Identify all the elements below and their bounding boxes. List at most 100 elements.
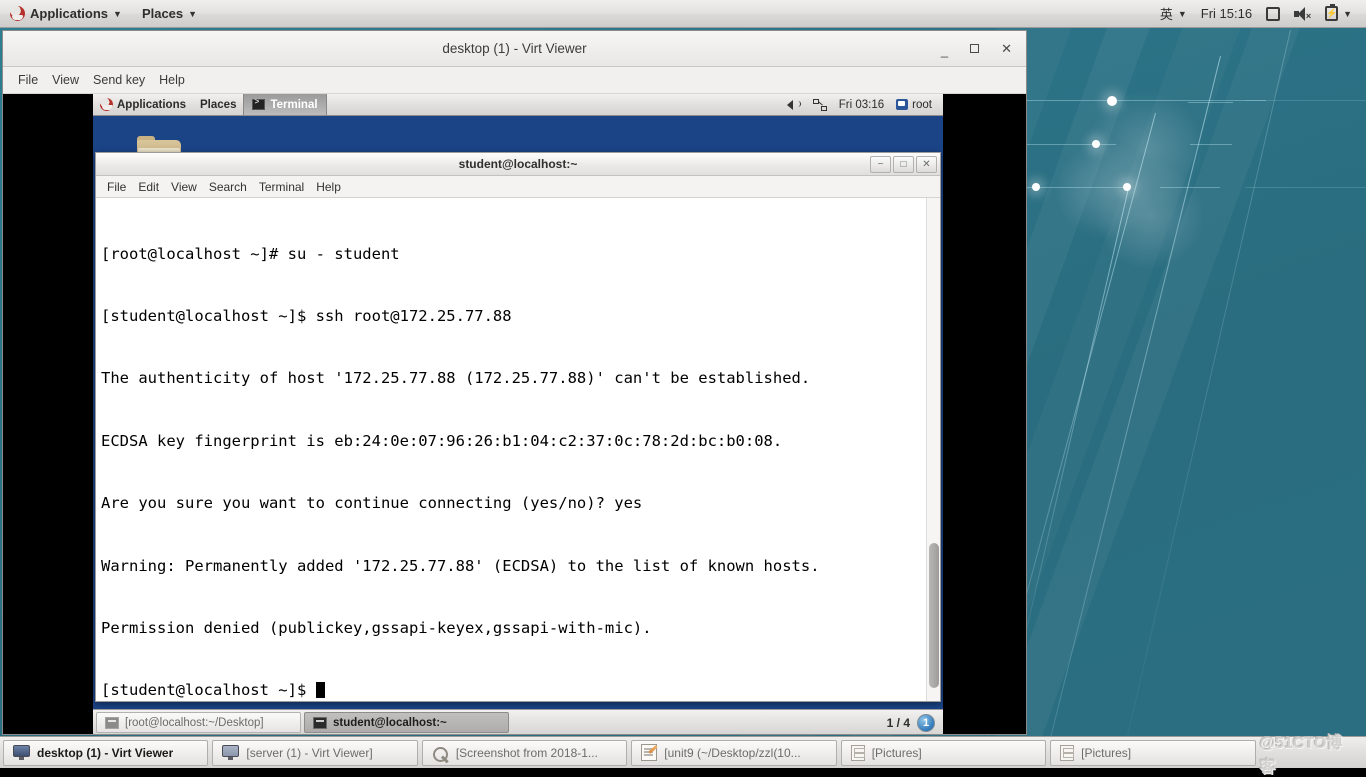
vm-top-panel: Applications Places Terminal xyxy=(93,94,943,116)
battery-icon: ⚡ xyxy=(1325,6,1338,21)
taskbar-item-label: [Pictures] xyxy=(1081,746,1131,760)
vm-panel-status-area: Fri 03:16 root xyxy=(782,99,943,111)
vm-panel-active-window-label: Terminal xyxy=(270,99,317,111)
terminal-menu-edit[interactable]: Edit xyxy=(132,178,165,196)
menu-send-key[interactable]: Send key xyxy=(86,70,152,90)
terminal-icon xyxy=(105,717,119,729)
taskbar-item-label: [Screenshot from 2018-1... xyxy=(456,746,598,760)
vm-places-label: Places xyxy=(200,99,236,111)
close-button[interactable]: ✕ xyxy=(1001,42,1012,55)
clock[interactable]: Fri 15:16 xyxy=(1195,6,1258,21)
chevron-down-icon: ▼ xyxy=(113,9,122,19)
terminal-cursor xyxy=(316,682,325,698)
battery-button[interactable]: ⚡ ▼ xyxy=(1319,6,1358,21)
terminal-prompt-line: [student@localhost ~]$ xyxy=(101,680,926,701)
taskbar-item-screenshot[interactable]: [Screenshot from 2018-1... xyxy=(422,740,627,766)
terminal-icon xyxy=(313,717,327,729)
applications-menu-label: Applications xyxy=(30,6,108,21)
terminal-line: The authenticity of host '172.25.77.88 (… xyxy=(101,368,926,389)
vm-taskbar-item-root-desktop[interactable]: [root@localhost:~/Desktop] xyxy=(96,712,301,733)
vm-clock[interactable]: Fri 03:16 xyxy=(834,99,889,111)
menu-view[interactable]: View xyxy=(45,70,86,90)
vm-applications-menu[interactable]: Applications xyxy=(93,94,193,115)
vm-taskbar: [root@localhost:~/Desktop] student@local… xyxy=(93,709,943,734)
terminal-close-button[interactable]: ✕ xyxy=(916,156,937,173)
taskbar-item-label: [unit9 (~/Desktop/zzl(10... xyxy=(664,746,800,760)
input-method-indicator[interactable]: 英 ▼ xyxy=(1154,4,1193,23)
display-icon xyxy=(1266,7,1280,21)
vm-taskbar-item-label: student@localhost:~ xyxy=(333,717,447,729)
vm-taskbar-item-student[interactable]: student@localhost:~ xyxy=(304,712,509,733)
taskbar-item-label: [Pictures] xyxy=(872,746,922,760)
taskbar-item-label: desktop (1) - Virt Viewer xyxy=(37,746,173,760)
host-taskbar: desktop (1) - Virt Viewer [server (1) - … xyxy=(0,736,1366,768)
vm-user-menu[interactable]: root xyxy=(891,99,937,111)
clock-label: Fri 15:16 xyxy=(1201,6,1252,21)
virt-viewer-title: desktop (1) - Virt Viewer xyxy=(442,41,586,56)
terminal-minimize-button[interactable]: − xyxy=(870,156,891,173)
vm-clock-label: Fri 03:16 xyxy=(839,99,884,111)
vm-taskbar-item-label: [root@localhost:~/Desktop] xyxy=(125,717,264,729)
workspace-switcher[interactable]: 1 / 4 1 xyxy=(887,714,940,732)
terminal-menu-view[interactable]: View xyxy=(165,178,203,196)
vm-user-label: root xyxy=(912,99,932,111)
input-method-label: 英 xyxy=(1160,4,1173,23)
notes-icon xyxy=(641,744,657,761)
terminal-window-controls: − □ ✕ xyxy=(870,156,937,173)
taskbar-item-pictures-1[interactable]: [Pictures] xyxy=(841,740,1046,766)
volume-button[interactable]: × xyxy=(1288,7,1317,21)
wallpaper-line xyxy=(1160,187,1220,188)
terminal-scrollbar[interactable] xyxy=(926,198,940,701)
places-menu[interactable]: Places ▼ xyxy=(132,0,207,27)
volume-icon xyxy=(787,99,801,111)
terminal-prompt: [student@localhost ~]$ xyxy=(101,681,316,699)
taskbar-item-unit9[interactable]: [unit9 (~/Desktop/zzl(10... xyxy=(631,740,836,766)
terminal-content-area[interactable]: [root@localhost ~]# su - student [studen… xyxy=(96,198,940,701)
wallpaper-line xyxy=(1245,100,1366,101)
places-menu-label: Places xyxy=(142,6,183,21)
terminal-titlebar[interactable]: student@localhost:~ − □ ✕ xyxy=(96,153,940,176)
wallpaper-line xyxy=(1026,144,1116,145)
terminal-menu-help[interactable]: Help xyxy=(310,178,347,196)
pictures-icon xyxy=(1060,745,1074,761)
display-settings-button[interactable] xyxy=(1260,7,1286,21)
terminal-output: [root@localhost ~]# su - student [studen… xyxy=(96,198,926,701)
wallpaper-line xyxy=(1026,100,1266,101)
virt-viewer-titlebar[interactable]: desktop (1) - Virt Viewer _ ✕ xyxy=(3,31,1026,67)
terminal-scrollbar-thumb[interactable] xyxy=(929,543,939,688)
virt-viewer-window[interactable]: desktop (1) - Virt Viewer _ ✕ File View … xyxy=(2,30,1027,735)
applications-menu[interactable]: Applications ▼ xyxy=(0,0,132,27)
taskbar-item-desktop-virt-viewer[interactable]: desktop (1) - Virt Viewer xyxy=(3,740,208,766)
vm-volume-button[interactable] xyxy=(782,99,806,111)
terminal-menu-search[interactable]: Search xyxy=(203,178,253,196)
taskbar-item-pictures-2[interactable]: [Pictures] xyxy=(1050,740,1255,766)
host-top-panel: Applications ▼ Places ▼ 英 ▼ Fri 15:16 × … xyxy=(0,0,1366,28)
terminal-line: [root@localhost ~]# su - student xyxy=(101,244,926,265)
wallpaper-dot xyxy=(1032,183,1040,191)
virt-viewer-window-controls: _ ✕ xyxy=(941,31,1020,66)
minimize-button[interactable]: _ xyxy=(941,44,948,66)
vm-places-menu[interactable]: Places xyxy=(193,94,243,115)
redhat-logo-icon xyxy=(10,6,25,21)
monitor-icon xyxy=(222,745,239,760)
monitor-icon xyxy=(13,745,30,760)
vm-network-button[interactable] xyxy=(808,99,832,111)
terminal-menu-terminal[interactable]: Terminal xyxy=(253,178,310,196)
vm-panel-active-window[interactable]: Terminal xyxy=(243,94,326,115)
workspace-badge[interactable]: 1 xyxy=(917,714,935,732)
terminal-line: ECDSA key fingerprint is eb:24:0e:07:96:… xyxy=(101,431,926,452)
menu-file[interactable]: File xyxy=(11,70,45,90)
terminal-menu-file[interactable]: File xyxy=(101,178,132,196)
terminal-maximize-button[interactable]: □ xyxy=(893,156,914,173)
maximize-button[interactable] xyxy=(970,44,979,53)
wallpaper-line xyxy=(1245,187,1366,188)
wallpaper-line xyxy=(1188,102,1233,103)
terminal-line: [student@localhost ~]$ ssh root@172.25.7… xyxy=(101,306,926,327)
host-panel-status-area: 英 ▼ Fri 15:16 × ⚡ ▼ xyxy=(1154,4,1366,23)
terminal-window[interactable]: student@localhost:~ − □ ✕ File Edit View… xyxy=(95,152,941,702)
terminal-line: Warning: Permanently added '172.25.77.88… xyxy=(101,556,926,577)
chevron-down-icon: ▼ xyxy=(1343,9,1352,19)
taskbar-item-server-virt-viewer[interactable]: [server (1) - Virt Viewer] xyxy=(212,740,417,766)
menu-help[interactable]: Help xyxy=(152,70,192,90)
workspace-label: 1 / 4 xyxy=(887,716,910,730)
